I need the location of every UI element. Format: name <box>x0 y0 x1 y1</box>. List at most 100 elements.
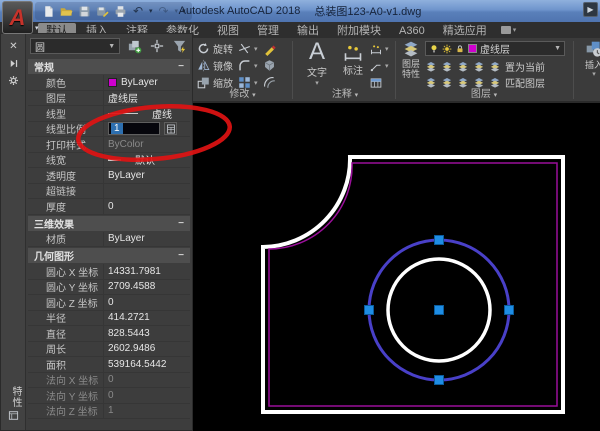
annotate-panel-label[interactable]: 注释 ▾ <box>296 85 394 100</box>
dimension-button[interactable]: 标注 <box>338 42 368 77</box>
normal-z-value: 1 <box>103 404 190 419</box>
color-swatch <box>108 78 117 87</box>
linear-dimension-button[interactable]: ▾ <box>370 41 389 56</box>
material-value[interactable]: ByLayer <box>103 232 190 247</box>
chevron-down-icon[interactable]: ▾ <box>385 45 389 53</box>
chevron-down-icon[interactable]: ▾ <box>254 62 258 70</box>
chevron-down-icon: ▾ <box>513 26 517 34</box>
grip-left[interactable] <box>365 306 374 315</box>
lineweight-value[interactable]: 默认 <box>103 153 190 168</box>
diameter-value[interactable]: 828.5443 <box>103 326 190 341</box>
center-x-value[interactable]: 14331.7981 <box>103 264 190 279</box>
layer-select-dropdown[interactable]: 虚线层 ▼ <box>425 41 565 56</box>
section-header-general[interactable]: 常规− <box>28 59 190 74</box>
explode-icon <box>265 60 274 71</box>
circumference-value[interactable]: 2602.9486 <box>103 342 190 357</box>
text-button[interactable]: A 文字 ▾ <box>302 40 332 87</box>
center-y-value[interactable]: 2709.4588 <box>103 280 190 295</box>
autocad-logo-icon: A <box>10 7 26 29</box>
tab-view[interactable]: 视图 <box>209 23 247 38</box>
insert-panel: 插入 ▾ <box>576 38 600 101</box>
autohide-pin-icon[interactable] <box>1 56 26 70</box>
current-layer-name: 虚线层 <box>480 41 551 56</box>
tab-a360[interactable]: A360 <box>391 23 433 38</box>
section-header-geometry[interactable]: 几何图形− <box>28 248 190 263</box>
trim-button[interactable]: ▾ <box>238 41 258 56</box>
radius-value[interactable]: 414.2721 <box>103 311 190 326</box>
layer-off-button[interactable] <box>473 61 485 72</box>
grip-right[interactable] <box>505 306 514 315</box>
rotate-icon <box>199 43 207 53</box>
row-radius: 半径 414.2721 <box>28 311 190 327</box>
make-current-icon[interactable] <box>489 61 501 72</box>
grip-center[interactable] <box>435 306 444 315</box>
color-value[interactable]: ByLayer <box>103 75 190 90</box>
row-center-y: 圆心 Y 坐标 2709.4588 <box>28 280 190 296</box>
gear-icon[interactable] <box>1 73 26 87</box>
quick-calc-button[interactable] <box>164 122 177 135</box>
tab-output[interactable]: 输出 <box>289 23 327 38</box>
mirror-button[interactable]: 镜像 <box>197 58 233 73</box>
layers-panel: 图层特性 虚线层 ▼ 置为当前 <box>397 38 571 101</box>
infocenter-toggle-button[interactable]: ▶ <box>583 2 598 17</box>
layer-color-swatch <box>468 44 477 53</box>
collapse-icon[interactable]: − <box>178 61 184 72</box>
linetype-scale-input[interactable]: 1 <box>108 122 160 135</box>
application-menu-chevron-icon[interactable]: ▾ <box>35 24 39 32</box>
row-center-z: 圆心 Z 坐标 0 <box>28 295 190 311</box>
section-header-3d-effects[interactable]: 三维效果− <box>28 216 190 231</box>
grip-bottom[interactable] <box>435 376 444 385</box>
quick-select-button[interactable] <box>171 38 188 54</box>
collapse-icon[interactable]: − <box>178 218 184 229</box>
layers-panel-label[interactable]: 图层 ▾ <box>397 85 571 100</box>
properties-palette: ✕ 特性 圆 ▼ 常规− 颜色 ByL <box>0 33 193 431</box>
layer-properties-button[interactable]: 图层特性 <box>398 40 424 88</box>
insert-block-button[interactable]: 插入 ▾ <box>577 40 600 88</box>
layer-unisolate-button[interactable] <box>441 61 453 72</box>
center-z-value[interactable]: 0 <box>103 295 190 310</box>
rotate-button[interactable]: 旋转 <box>197 41 233 56</box>
chevron-down-icon[interactable]: ▾ <box>254 45 258 53</box>
chevron-down-icon: ▾ <box>252 92 256 99</box>
linetype-sample <box>108 113 138 114</box>
lineweight-sample <box>108 159 121 161</box>
linetype-scale-cell: 1 <box>103 122 190 137</box>
linetype-value[interactable]: 虚线 <box>103 106 190 121</box>
make-current-button[interactable]: 置为当前 <box>505 59 545 74</box>
linear-dimension-icon <box>372 45 381 54</box>
chevron-down-icon[interactable]: ▾ <box>385 62 389 70</box>
drawing-area[interactable] <box>193 103 600 431</box>
tab-addins[interactable]: 附加模块 <box>329 23 389 38</box>
ribbon-display-toggle[interactable]: ▾ <box>501 26 517 34</box>
tab-featured-apps[interactable]: 精选应用 <box>435 23 495 38</box>
thickness-value[interactable]: 0 <box>103 199 190 214</box>
erase-icon <box>265 45 276 56</box>
area-value[interactable]: 539164.5442 <box>103 357 190 372</box>
erase-button[interactable] <box>263 41 277 56</box>
transparency-value[interactable]: ByLayer <box>103 168 190 183</box>
leader-button[interactable]: ▾ <box>370 58 389 73</box>
toggle-pickadd-button[interactable] <box>126 38 143 54</box>
panel-separator <box>292 41 293 99</box>
collapse-icon[interactable]: − <box>178 250 184 261</box>
magenta-offset-outline[interactable] <box>269 163 557 406</box>
insert-block-icon <box>587 42 600 57</box>
select-objects-button[interactable] <box>149 38 166 54</box>
hyperlink-value[interactable] <box>103 184 190 199</box>
layer-isolate-button[interactable] <box>425 61 437 72</box>
autocad-window: ↶▾ ↷▾ ▾ Autodesk AutoCAD 2018 总装图123-A0-… <box>0 0 600 431</box>
palette-window-icon <box>8 408 19 426</box>
close-icon[interactable]: ✕ <box>1 39 26 53</box>
fillet-button[interactable]: ▾ <box>238 58 258 73</box>
modify-panel-label[interactable]: 修改 ▾ <box>195 85 290 100</box>
explode-button[interactable] <box>263 58 277 73</box>
chevron-down-icon: ▼ <box>554 45 561 52</box>
tab-manage[interactable]: 管理 <box>249 23 287 38</box>
row-normal-y: 法向 Y 坐标 0 <box>28 388 190 404</box>
object-type-dropdown[interactable]: 圆 ▼ <box>30 38 120 54</box>
grip-top[interactable] <box>435 236 444 245</box>
application-menu-button[interactable]: A <box>2 1 33 34</box>
layer-freeze-button[interactable] <box>457 61 469 72</box>
row-linetype: 线型 虚线 <box>28 106 190 122</box>
layer-value[interactable]: 虚线层 <box>103 91 190 106</box>
